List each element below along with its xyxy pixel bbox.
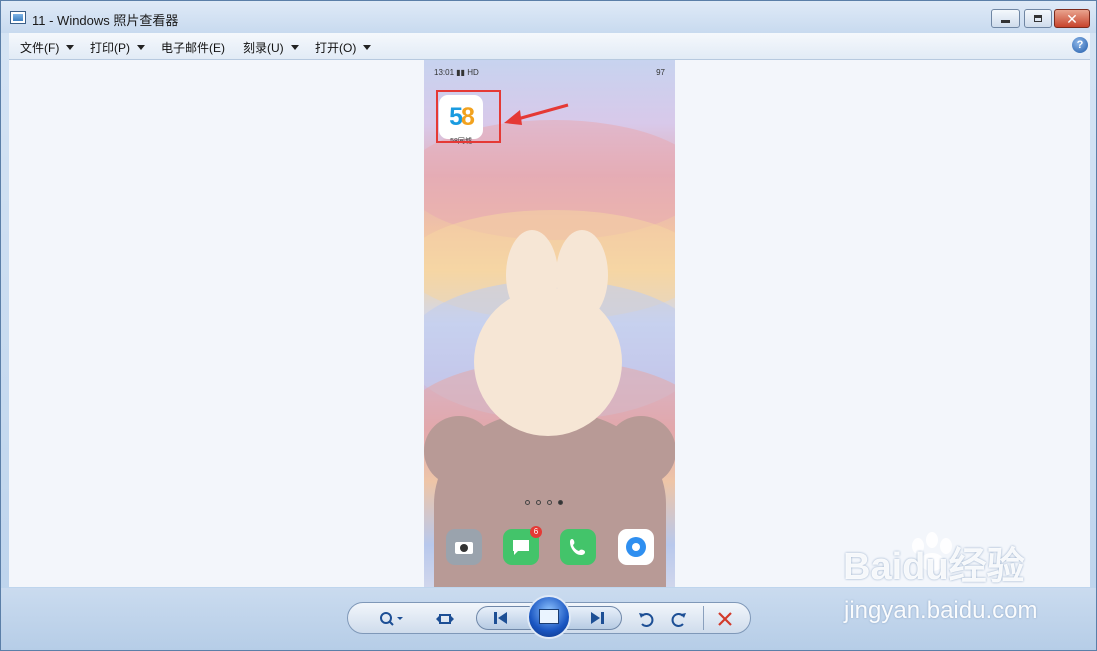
delete-icon xyxy=(718,612,732,626)
menu-print-label: 打印(P) xyxy=(90,41,130,55)
page-dot xyxy=(547,500,552,505)
actual-size-button[interactable] xyxy=(433,608,457,630)
chevron-down-icon xyxy=(290,45,299,50)
chevron-down-icon xyxy=(363,45,372,50)
rotate-counterclockwise-icon xyxy=(639,613,654,627)
page-dot-active xyxy=(558,500,563,505)
previous-button[interactable] xyxy=(487,608,515,628)
actual-size-icon xyxy=(436,614,454,624)
menu-open[interactable]: 打开(O) xyxy=(315,39,372,56)
camera-icon xyxy=(455,542,473,554)
message-icon xyxy=(513,540,529,555)
help-icon[interactable]: ? xyxy=(1072,37,1088,53)
rotate-clockwise-button[interactable] xyxy=(668,608,690,630)
watermark-du: du xyxy=(902,546,949,588)
phone-screenshot: 13:01 ▮▮ HD 97 58 58同城 6 xyxy=(424,60,675,587)
pointer-arrow-icon xyxy=(504,103,569,125)
window-title: 11 - Windows 照片查看器 xyxy=(32,13,179,28)
previous-icon xyxy=(494,612,507,624)
delete-button[interactable] xyxy=(714,608,736,630)
browser-icon xyxy=(626,537,646,557)
page-dot xyxy=(536,500,541,505)
menu-email-label: 电子邮件(E) xyxy=(161,41,225,55)
chevron-down-icon xyxy=(137,45,145,50)
title-bar: 11 - Windows 照片查看器 ✕ xyxy=(1,1,1096,33)
rotate-clockwise-icon xyxy=(671,613,686,627)
status-signal: HD xyxy=(467,68,479,77)
slideshow-button[interactable] xyxy=(527,595,571,639)
next-button[interactable] xyxy=(583,608,611,628)
menu-file-label: 文件(F) xyxy=(20,41,60,55)
menu-print[interactable]: 打印(P) xyxy=(90,39,145,56)
zoom-icon xyxy=(380,612,403,626)
menu-file[interactable]: 文件(F) xyxy=(20,39,75,56)
maximize-button[interactable] xyxy=(1024,9,1052,28)
browser-app-icon[interactable] xyxy=(618,529,654,565)
close-icon: ✕ xyxy=(1066,10,1078,27)
menu-open-label: 打开(O) xyxy=(315,41,357,55)
close-button[interactable]: ✕ xyxy=(1054,9,1090,28)
watermark-url: jingyan.baidu.com xyxy=(844,597,1038,624)
menu-burn-label: 刻录(U) xyxy=(243,41,284,55)
minimize-button[interactable] xyxy=(991,9,1020,28)
highlight-box xyxy=(436,90,501,143)
bunny-head xyxy=(474,288,622,436)
photo-viewer-window: 11 - Windows 照片查看器 ✕ 文件(F) 打印(P) 电子邮件(E)… xyxy=(0,0,1097,651)
maximize-icon xyxy=(1034,15,1042,22)
menu-email[interactable]: 电子邮件(E) xyxy=(161,39,225,56)
watermark-jingyan: 经验 xyxy=(948,546,1025,588)
photo-viewer-app-icon xyxy=(10,11,26,24)
status-battery: 97 xyxy=(656,68,665,77)
watermark-logo: Baidu经验 xyxy=(843,535,1025,590)
slideshow-icon xyxy=(539,609,559,624)
phone-app-icon[interactable] xyxy=(560,529,596,565)
next-icon xyxy=(591,612,604,624)
phone-icon xyxy=(570,539,585,555)
rotate-counterclockwise-button[interactable] xyxy=(635,608,657,630)
menu-burn[interactable]: 刻录(U) xyxy=(243,39,299,56)
status-time-text: 13:01 xyxy=(434,68,455,77)
chevron-down-icon xyxy=(66,45,75,50)
zoom-button[interactable] xyxy=(375,608,407,630)
minimize-icon xyxy=(1001,19,1010,23)
camera-app-icon[interactable] xyxy=(446,529,482,565)
page-indicator xyxy=(525,500,563,505)
watermark-bai: Bai xyxy=(843,546,903,588)
image-viewer-area: 13:01 ▮▮ HD 97 58 58同城 6 xyxy=(9,60,1090,587)
separator xyxy=(703,606,704,630)
menu-bar: 文件(F) 打印(P) 电子邮件(E) 刻录(U) 打开(O) ? xyxy=(9,33,1090,60)
page-dot xyxy=(525,500,530,505)
unread-badge: 6 xyxy=(530,526,542,538)
status-time: 13:01 ▮▮ HD xyxy=(434,68,479,77)
